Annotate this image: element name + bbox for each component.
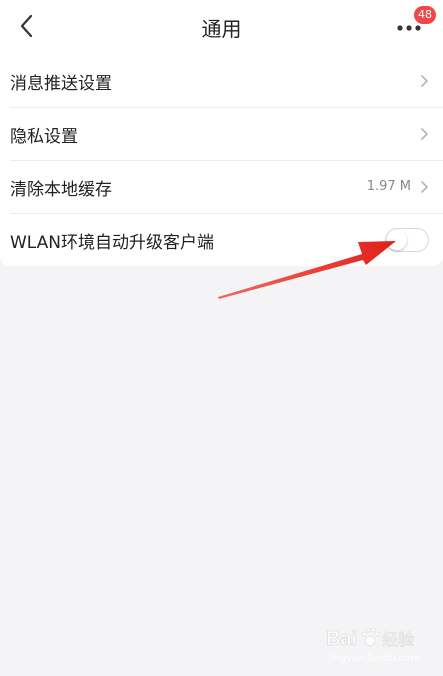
settings-item-label: 消息推送设置 bbox=[10, 74, 112, 94]
chevron-right-icon bbox=[421, 128, 428, 140]
page-title: 通用 bbox=[201, 17, 242, 41]
watermark-url: jingyan.baidu.com bbox=[328, 653, 421, 664]
notification-badge: 48 bbox=[414, 6, 436, 24]
settings-item-privacy[interactable]: 隐私设置 bbox=[10, 108, 443, 161]
wlan-auto-upgrade-toggle[interactable] bbox=[385, 228, 429, 252]
chevron-right-icon bbox=[421, 75, 428, 87]
settings-item-push-notifications[interactable]: 消息推送设置 bbox=[10, 55, 443, 108]
settings-item-wlan-auto-upgrade: WLAN环境自动升级客户端 bbox=[10, 214, 443, 266]
svg-text:经验: 经验 bbox=[382, 630, 414, 649]
baidu-jingyan-watermark: Bai 经验 jingyan.baidu.com bbox=[326, 625, 438, 665]
settings-list: 消息推送设置 隐私设置 清除本地缓存 1.97 M WLAN环境自动升级客户端 bbox=[0, 55, 443, 266]
toggle-knob bbox=[387, 230, 407, 250]
settings-item-label: 清除本地缓存 bbox=[10, 180, 112, 200]
cache-size-value: 1.97 M bbox=[366, 179, 411, 194]
svg-text:Bai: Bai bbox=[326, 628, 357, 650]
baidu-logo-icon: Bai 经验 bbox=[326, 627, 414, 650]
chevron-right-icon bbox=[421, 181, 428, 193]
settings-item-label: 隐私设置 bbox=[10, 127, 78, 147]
app-header: 通用 48 bbox=[0, 0, 443, 55]
settings-item-clear-cache[interactable]: 清除本地缓存 1.97 M bbox=[10, 161, 443, 214]
settings-item-label: WLAN环境自动升级客户端 bbox=[10, 233, 215, 253]
